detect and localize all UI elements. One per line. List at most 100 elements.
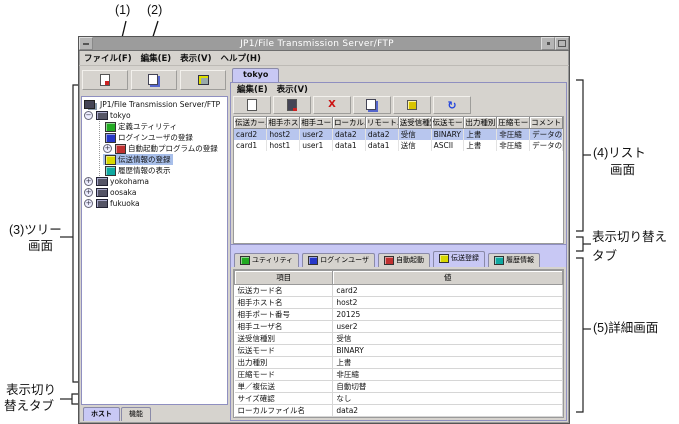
screenshot-canvas: (1) (2) (3)ツリー 画面 表示切り 替えタブ (4)リスト 画面 表示… bbox=[0, 0, 679, 424]
col-host[interactable]: 相手ホス... bbox=[267, 117, 300, 129]
work-menu-edit[interactable]: 編集(E) bbox=[237, 83, 268, 95]
maximize-button[interactable] bbox=[555, 37, 569, 50]
col-user[interactable]: 相手ユー... bbox=[300, 117, 333, 129]
col-sendrecv[interactable]: 送受信種別 bbox=[398, 117, 431, 129]
menu-file[interactable]: ファイル(F) bbox=[84, 52, 132, 64]
work-menubar: 編集(E) 表示(V) bbox=[231, 83, 566, 95]
tab-function[interactable]: 機能 bbox=[121, 407, 151, 421]
settings-icon bbox=[198, 75, 209, 85]
delete-button[interactable]: X bbox=[313, 96, 351, 114]
tree-node-history[interactable]: 履歴情報の表示 bbox=[100, 165, 227, 176]
detail-col-item: 項目 bbox=[235, 271, 333, 285]
login-user-icon bbox=[105, 133, 116, 143]
tree-node-root[interactable]: JP1/File Transmission Server/FTP bbox=[84, 99, 227, 110]
collapse-handle-icon[interactable]: − bbox=[84, 111, 93, 120]
transmission-icon bbox=[439, 254, 449, 263]
detail-col-value: 値 bbox=[333, 271, 563, 285]
view-tab-transmission-reg[interactable]: 伝送登録 bbox=[433, 251, 485, 267]
detail-row: 相手ホスト名host2 bbox=[235, 297, 563, 309]
window-menu-button[interactable] bbox=[79, 37, 93, 50]
transmission-list: 伝送カー... 相手ホス... 相手ユー... ローカル... リモート... … bbox=[233, 116, 564, 244]
view-tab-auto-start[interactable]: 自動起動 bbox=[378, 253, 430, 267]
tab-tokyo[interactable]: tokyo bbox=[232, 68, 279, 82]
menubar: ファイル(F) 編集(E) 表示(V) ヘルプ(H) bbox=[79, 51, 569, 66]
login-user-icon bbox=[308, 256, 318, 265]
view-tab-utility[interactable]: ユティリティ bbox=[234, 253, 299, 267]
detail-row: ローカルファイル名data2 bbox=[235, 405, 563, 417]
host-tab-row: tokyo bbox=[230, 68, 567, 82]
tree-node-define-utility[interactable]: 定義ユティリティ bbox=[100, 121, 227, 132]
list-header-row: 伝送カー... 相手ホス... 相手ユー... ローカル... リモート... … bbox=[234, 117, 563, 129]
col-comment[interactable]: コメント bbox=[530, 117, 563, 129]
tree-node-fukuoka[interactable]: + fukuoka bbox=[84, 198, 227, 209]
detail-row: 伝送モードBINARY bbox=[235, 345, 563, 357]
tree-toolbar-button-1[interactable] bbox=[82, 70, 128, 90]
open-button[interactable] bbox=[273, 96, 311, 114]
window-title: JP1/File Transmission Server/FTP bbox=[93, 39, 541, 49]
titlebar: JP1/File Transmission Server/FTP bbox=[79, 37, 569, 51]
left-tab-label-1: 表示切り bbox=[6, 384, 56, 398]
expand-handle-icon[interactable]: + bbox=[84, 188, 93, 197]
view-tab-login-user[interactable]: ログインユーザ bbox=[302, 253, 375, 267]
work-panel-body: 編集(E) 表示(V) X ↻ bbox=[230, 82, 567, 421]
tree-toolbar-button-3[interactable] bbox=[180, 70, 226, 90]
paste-button[interactable] bbox=[393, 96, 431, 114]
list-row-card1[interactable]: card1 host1 user1 data1 data1 送信 ASCII 上… bbox=[234, 140, 563, 151]
tab-host[interactable]: ホスト bbox=[83, 407, 120, 421]
view-tab-strip: ユティリティ ログインユーザ 自動起動 伝送登録 bbox=[231, 244, 566, 267]
menu-view[interactable]: 表示(V) bbox=[180, 52, 211, 64]
expand-handle-icon[interactable]: + bbox=[103, 144, 112, 153]
detail-row: 伝送カード名card2 bbox=[235, 285, 563, 297]
detail-row: リモートファイル名data2 bbox=[235, 417, 563, 419]
col-output[interactable]: 出力種別 bbox=[464, 117, 497, 129]
right-tab-label-2: タブ bbox=[592, 250, 617, 264]
utility-icon bbox=[240, 256, 250, 265]
tree-node-oosaka[interactable]: + oosaka bbox=[84, 187, 227, 198]
copy-button[interactable] bbox=[353, 96, 391, 114]
open-icon bbox=[287, 99, 297, 111]
col-mode[interactable]: 伝送モード bbox=[431, 117, 464, 129]
list-row-card2[interactable]: card2 host2 user2 data2 data2 受信 BINARY … bbox=[234, 129, 563, 141]
col-card[interactable]: 伝送カー... bbox=[234, 117, 267, 129]
tree-panel: JP1/File Transmission Server/FTP − tokyo… bbox=[81, 68, 228, 421]
tree-view: JP1/File Transmission Server/FTP − tokyo… bbox=[81, 96, 228, 405]
delete-icon: X bbox=[328, 100, 336, 110]
detail-row: サイズ確認なし bbox=[235, 393, 563, 405]
transmission-icon bbox=[105, 155, 116, 165]
expand-handle-icon[interactable]: + bbox=[84, 199, 93, 208]
tree-node-login-user[interactable]: ログインユーザの登録 bbox=[100, 132, 227, 143]
computer-icon bbox=[96, 199, 108, 208]
right-tab-label-1: 表示切り替え bbox=[592, 231, 667, 245]
auto-start-icon bbox=[115, 144, 126, 154]
refresh-button[interactable]: ↻ bbox=[433, 96, 471, 114]
tree-children-tokyo: 定義ユティリティ ログインユーザの登録 + 自動起動プログラムの登録 伝送情報の… bbox=[99, 121, 227, 176]
col-compress[interactable]: 圧縮モード bbox=[497, 117, 530, 129]
computer-icon bbox=[96, 188, 108, 197]
tree-node-yokohama[interactable]: + yokohama bbox=[84, 176, 227, 187]
detail-row: 単／複伝送自動切替 bbox=[235, 381, 563, 393]
detail-table: 項目 値 伝送カード名card2 相手ホスト名host2 相手ポート番号2012… bbox=[233, 269, 564, 418]
history-icon bbox=[494, 256, 504, 265]
refresh-icon: ↻ bbox=[447, 100, 456, 111]
menu-edit[interactable]: 編集(E) bbox=[141, 52, 172, 64]
work-menu-view[interactable]: 表示(V) bbox=[277, 83, 308, 95]
new-button[interactable] bbox=[233, 96, 271, 114]
menu-help[interactable]: ヘルプ(H) bbox=[221, 52, 261, 64]
window-content: JP1/File Transmission Server/FTP − tokyo… bbox=[79, 66, 569, 423]
tree-toolbar-button-2[interactable] bbox=[131, 70, 177, 90]
new-icon bbox=[247, 99, 257, 111]
computer-icon bbox=[96, 177, 108, 186]
server-icon bbox=[84, 100, 95, 109]
expand-handle-icon[interactable]: + bbox=[84, 177, 93, 186]
list-screen-label-1: (4)リスト bbox=[593, 147, 646, 161]
dot-icon bbox=[547, 42, 550, 45]
col-remote[interactable]: リモート... bbox=[365, 117, 398, 129]
minimize-button[interactable] bbox=[541, 37, 555, 50]
detail-screen-label: (5)詳細画面 bbox=[593, 322, 658, 336]
col-local[interactable]: ローカル... bbox=[333, 117, 366, 129]
view-tab-history[interactable]: 履歴情報 bbox=[488, 253, 540, 267]
tree-node-transmission-reg[interactable]: 伝送情報の登録 bbox=[100, 154, 227, 165]
callout-2-label: (2) bbox=[147, 4, 162, 18]
tree-node-tokyo[interactable]: − tokyo bbox=[84, 110, 227, 121]
tree-node-auto-start[interactable]: + 自動起動プログラムの登録 bbox=[100, 143, 227, 154]
